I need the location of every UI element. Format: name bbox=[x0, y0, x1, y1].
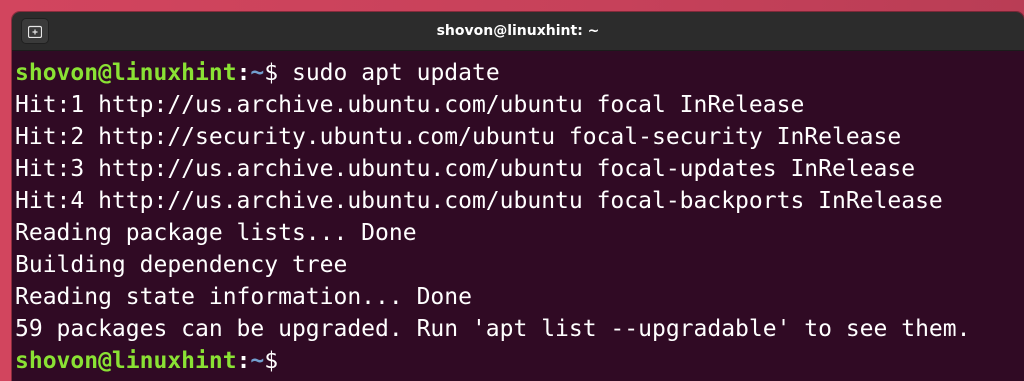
prompt-line-idle: shovon@linuxhint:~$ bbox=[15, 345, 1024, 377]
prompt-user-host: shovon@linuxhint bbox=[15, 348, 237, 374]
output-line: Hit:2 http://security.ubuntu.com/ubuntu … bbox=[15, 124, 902, 150]
output-line: Building dependency tree bbox=[15, 252, 348, 278]
output-line: Hit:4 http://us.archive.ubuntu.com/ubunt… bbox=[15, 188, 943, 214]
terminal-window: shovon@linuxhint: ~ shovon@linuxhint:~$ … bbox=[12, 12, 1024, 381]
title-bar: shovon@linuxhint: ~ bbox=[12, 12, 1024, 51]
prompt-path: ~ bbox=[250, 60, 265, 86]
prompt-user-host: shovon@linuxhint bbox=[15, 60, 237, 86]
output-line: Reading state information... Done bbox=[15, 284, 472, 310]
output-line: 59 packages can be upgraded. Run 'apt li… bbox=[15, 316, 971, 342]
output-line: Hit:1 http://us.archive.ubuntu.com/ubunt… bbox=[15, 92, 805, 118]
window-title: shovon@linuxhint: ~ bbox=[436, 23, 600, 39]
terminal-output-area[interactable]: shovon@linuxhint:~$ sudo apt update Hit:… bbox=[12, 51, 1024, 381]
output-line: Reading package lists... Done bbox=[15, 220, 417, 246]
prompt-colon: : bbox=[236, 60, 251, 86]
prompt-colon: : bbox=[236, 348, 251, 374]
output-line: Hit:3 http://us.archive.ubuntu.com/ubunt… bbox=[15, 156, 916, 182]
prompt-dollar: $ bbox=[264, 60, 279, 86]
prompt-line-command: shovon@linuxhint:~$ sudo apt update bbox=[15, 57, 1024, 89]
command-text: sudo apt update bbox=[278, 60, 500, 86]
prompt-path: ~ bbox=[250, 348, 265, 374]
desktop-background: shovon@linuxhint: ~ shovon@linuxhint:~$ … bbox=[0, 0, 1024, 381]
prompt-dollar: $ bbox=[264, 348, 279, 374]
